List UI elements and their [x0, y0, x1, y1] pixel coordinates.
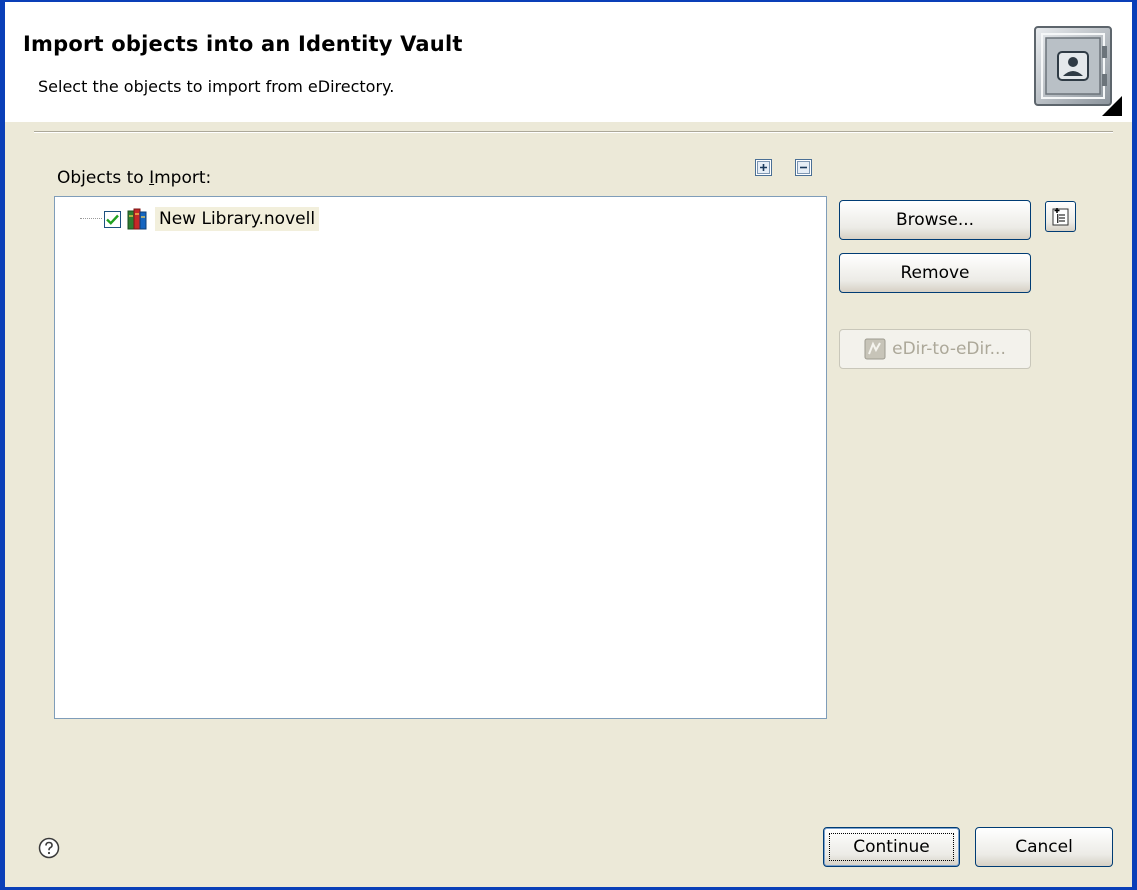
- help-icon[interactable]: [38, 837, 60, 859]
- collapse-all-icon[interactable]: [795, 159, 812, 176]
- objects-tree[interactable]: New Library.novell: [54, 196, 827, 719]
- checkmark-icon: [106, 214, 119, 225]
- item-checkbox[interactable]: [104, 210, 121, 228]
- dialog-subtitle: Select the objects to import from eDirec…: [38, 77, 395, 96]
- remove-button[interactable]: Remove: [839, 253, 1031, 293]
- edir-to-edir-button[interactable]: eDir-to-eDir...: [839, 329, 1031, 369]
- objects-to-import-label: Objects to Import:: [57, 168, 211, 188]
- dialog-banner: Import objects into an Identity Vault Se…: [5, 2, 1132, 122]
- expand-all-icon[interactable]: [755, 159, 772, 176]
- tree-connector: [80, 218, 102, 220]
- tree-item[interactable]: New Library.novell: [80, 205, 320, 233]
- dialog-title: Import objects into an Identity Vault: [23, 32, 463, 56]
- vault-icon: [1034, 26, 1122, 116]
- browse-button[interactable]: Browse...: [839, 200, 1031, 240]
- import-tree-icon[interactable]: [1045, 201, 1076, 232]
- continue-button[interactable]: Continue: [823, 827, 960, 867]
- tree-item-label: New Library.novell: [155, 207, 320, 231]
- import-tree-glyph-icon: [1052, 208, 1069, 226]
- cancel-button[interactable]: Cancel: [975, 827, 1113, 867]
- library-books-icon: [127, 208, 147, 230]
- edir-to-edir-label: eDir-to-eDir...: [892, 339, 1006, 359]
- label-text-prefix: Objects to: [57, 168, 150, 188]
- label-text-suffix: mport:: [154, 168, 212, 188]
- focus-ring: [829, 833, 954, 861]
- banner-separator: [34, 131, 1113, 133]
- edir-to-edir-icon: [864, 338, 886, 360]
